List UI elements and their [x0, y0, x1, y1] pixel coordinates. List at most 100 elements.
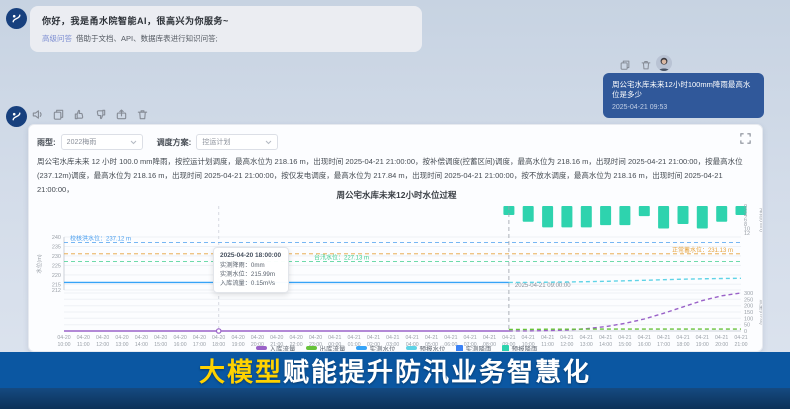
- svg-text:04-21: 04-21: [522, 335, 535, 341]
- user-message-toolbar: [617, 57, 653, 72]
- svg-text:流量(m³/s): 流量(m³/s): [758, 299, 763, 325]
- svg-text:04-20: 04-20: [115, 335, 128, 341]
- user-message-bubble: 周公宅水库未来12小时100mm降雨最高水位是多少 2025-04-21 09:…: [603, 73, 764, 118]
- svg-text:水位(m): 水位(m): [35, 254, 43, 273]
- svg-text:04-21: 04-21: [715, 335, 728, 341]
- response-toolbar: [30, 107, 150, 122]
- svg-text:04-20: 04-20: [77, 335, 90, 341]
- user-avatar: [656, 55, 672, 71]
- svg-text:04-21: 04-21: [347, 335, 360, 341]
- footer-strip: [0, 388, 790, 409]
- svg-text:04-20: 04-20: [57, 335, 70, 341]
- user-message-text: 周公宅水库未来12小时100mm降雨最高水位是多少: [612, 80, 755, 100]
- svg-text:240: 240: [52, 235, 61, 241]
- svg-text:04-20: 04-20: [135, 335, 148, 341]
- ai-greeting-subtitle: 高级问答借助于文档、API、数据库表进行知识问答;: [42, 33, 410, 44]
- ai-logo-icon: [10, 12, 23, 25]
- banner-title: 大模型赋能提升防汛业务智慧化: [199, 352, 591, 389]
- plan-select[interactable]: 控运计划: [196, 134, 278, 150]
- svg-text:04-21: 04-21: [502, 335, 515, 341]
- water-level-chart[interactable]: 校核洪水位：237.12 m 正常蓄水位：231.13 m 台汛水位：227.13 …: [29, 197, 763, 352]
- thumb-up-icon: [73, 108, 86, 121]
- rain-type-select[interactable]: 2022梅雨: [61, 134, 143, 150]
- svg-text:12: 12: [744, 231, 750, 237]
- svg-text:04-20: 04-20: [251, 335, 264, 341]
- user-message-time: 2025-04-21 09:53: [612, 104, 755, 111]
- svg-text:04-21: 04-21: [618, 335, 631, 341]
- user-photo: [656, 55, 672, 71]
- svg-text:04-21: 04-21: [696, 335, 709, 341]
- svg-text:04-21: 04-21: [444, 335, 457, 341]
- svg-text:04-21: 04-21: [483, 335, 496, 341]
- export-button[interactable]: [114, 107, 129, 122]
- svg-text:04-20: 04-20: [289, 335, 302, 341]
- tooltip-time: 2025-04-20 18:00:00: [220, 252, 282, 259]
- svg-text:04-20: 04-20: [193, 335, 206, 341]
- svg-text:250: 250: [744, 297, 753, 303]
- svg-text:校核洪水位：237.12 m: 校核洪水位：237.12 m: [70, 235, 131, 243]
- result-panel: 雨型: 2022梅雨 调度方案: 控运计划 周公宅水库未来 12 小时 100.…: [28, 124, 763, 352]
- svg-text:04-21: 04-21: [406, 335, 419, 341]
- copy-icon: [52, 108, 65, 121]
- ai-avatar: [6, 106, 27, 127]
- svg-text:04-21: 04-21: [386, 335, 399, 341]
- svg-text:04-20: 04-20: [96, 335, 109, 341]
- svg-text:04-21: 04-21: [599, 335, 612, 341]
- svg-text:150: 150: [744, 310, 753, 316]
- svg-text:04-21: 04-21: [464, 335, 477, 341]
- advanced-qa-tag: 高级问答: [42, 34, 72, 43]
- svg-text:04-20: 04-20: [231, 335, 244, 341]
- svg-text:正常蓄水位：231.13 m: 正常蓄水位：231.13 m: [672, 246, 733, 254]
- tooltip-row: 实测降雨：0mm: [220, 261, 282, 270]
- svg-text:230: 230: [52, 254, 61, 260]
- plan-label: 调度方案:: [157, 137, 192, 148]
- svg-text:04-20: 04-20: [173, 335, 186, 341]
- slide-banner: 大模型赋能提升防汛业务智慧化: [0, 352, 790, 388]
- tooltip-row: 入库流量：0.15m³/s: [220, 279, 282, 288]
- chart-tooltip: 2025-04-20 18:00:00 实测降雨：0mm实测水位：215.99m…: [213, 247, 289, 293]
- svg-text:04-21: 04-21: [580, 335, 593, 341]
- svg-text:台汛水位：227.13 m: 台汛水位：227.13 m: [314, 253, 369, 261]
- svg-text:04-20: 04-20: [212, 335, 225, 341]
- delete-response-button[interactable]: [135, 107, 150, 122]
- svg-text:04-21: 04-21: [638, 335, 651, 341]
- svg-text:04-21: 04-21: [560, 335, 573, 341]
- ai-greeting-bubble: 你好，我是甬水院智能AI，很高兴为你服务~ 高级问答借助于文档、API、数据库表…: [30, 6, 422, 52]
- trash-icon: [640, 59, 652, 71]
- copy-message-button[interactable]: [617, 57, 632, 72]
- fullscreen-button[interactable]: [739, 132, 752, 145]
- svg-text:04-20: 04-20: [270, 335, 283, 341]
- delete-message-button[interactable]: [638, 57, 653, 72]
- svg-text:2025-04-21 09:00:00: 2025-04-21 09:00:00: [515, 283, 571, 289]
- svg-text:04-20: 04-20: [309, 335, 322, 341]
- svg-text:04-21: 04-21: [328, 335, 341, 341]
- copy-icon: [619, 59, 631, 71]
- svg-text:200: 200: [744, 304, 753, 310]
- read-aloud-button[interactable]: [30, 107, 45, 122]
- svg-text:225: 225: [52, 263, 61, 269]
- copy-response-button[interactable]: [51, 107, 66, 122]
- ai-logo-icon: [10, 110, 23, 123]
- thumb-down-button[interactable]: [93, 107, 108, 122]
- svg-text:04-21: 04-21: [367, 335, 380, 341]
- rain-type-label: 雨型:: [37, 137, 56, 148]
- svg-text:04-21: 04-21: [425, 335, 438, 341]
- svg-text:235: 235: [52, 245, 61, 251]
- ai-avatar: [6, 8, 27, 29]
- svg-text:220: 220: [52, 273, 61, 279]
- svg-text:降雨(mm): 降雨(mm): [758, 208, 763, 232]
- tooltip-row: 实测水位：215.99m: [220, 270, 282, 279]
- export-icon: [115, 108, 128, 121]
- tooltip-rows: 实测降雨：0mm实测水位：215.99m入库流量：0.15m³/s: [220, 261, 282, 288]
- sound-icon: [31, 108, 44, 121]
- chevron-down-icon: [265, 140, 272, 145]
- svg-text:04-21: 04-21: [676, 335, 689, 341]
- svg-text:04-21: 04-21: [541, 335, 554, 341]
- fullscreen-icon: [739, 132, 752, 145]
- trash-icon: [136, 108, 149, 121]
- thumb-up-button[interactable]: [72, 107, 87, 122]
- svg-text:212: 212: [52, 288, 61, 294]
- svg-text:04-21: 04-21: [734, 335, 747, 341]
- svg-text:50: 50: [744, 323, 750, 329]
- chevron-down-icon: [130, 140, 137, 145]
